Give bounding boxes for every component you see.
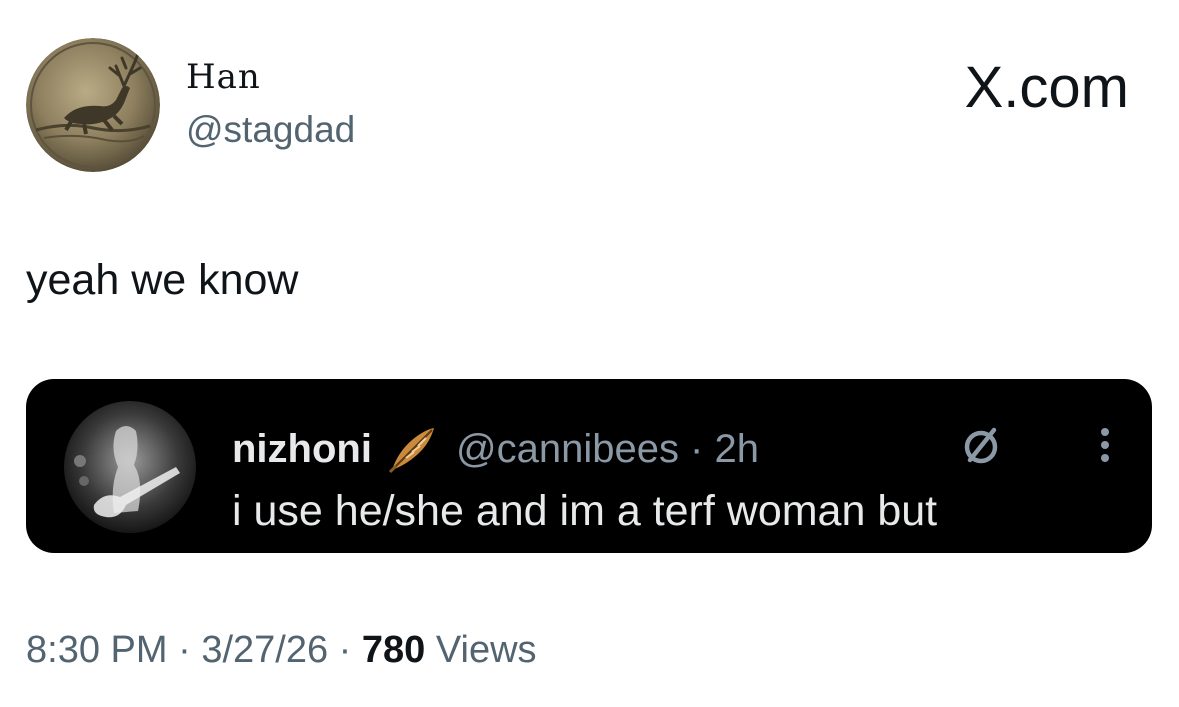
meta-separator: · (338, 629, 352, 671)
author-display-name[interactable]: Han (186, 56, 261, 98)
quoted-display-name[interactable]: nizhoni (232, 427, 372, 472)
quoted-handle-time[interactable]: @cannibees · 2h (456, 427, 759, 472)
quoted-avatar[interactable] (64, 401, 196, 533)
quoted-header: nizhoni @cannibees · 2h (232, 423, 759, 475)
author-handle[interactable]: @stagdad (186, 106, 355, 154)
grok-icon[interactable] (956, 420, 1006, 470)
brand-logo: X.com (964, 55, 1129, 120)
quoted-tweet-text: i use he/she and im a terf woman but (232, 487, 938, 535)
views-label: Views (435, 629, 537, 671)
more-vertical-icon[interactable] (1090, 420, 1120, 470)
tweet-meta: 8:30 PM · 3/27/26 · 780 Views (26, 622, 537, 678)
meta-separator: · (178, 629, 191, 671)
tweet-date[interactable]: 3/27/26 (201, 629, 328, 671)
quoted-tweet-card[interactable]: nizhoni @cannibees · 2h i use he/she and… (26, 379, 1152, 553)
author-avatar[interactable] (26, 38, 160, 172)
views-count[interactable]: 780 (362, 629, 425, 671)
tweet-time[interactable]: 8:30 PM (26, 629, 168, 671)
tweet-text: yeah we know (26, 256, 299, 304)
guitarist-photo-icon (64, 401, 196, 533)
feather-icon (384, 422, 438, 476)
stag-coin-icon (26, 38, 160, 172)
quoted-actions (956, 415, 1120, 475)
